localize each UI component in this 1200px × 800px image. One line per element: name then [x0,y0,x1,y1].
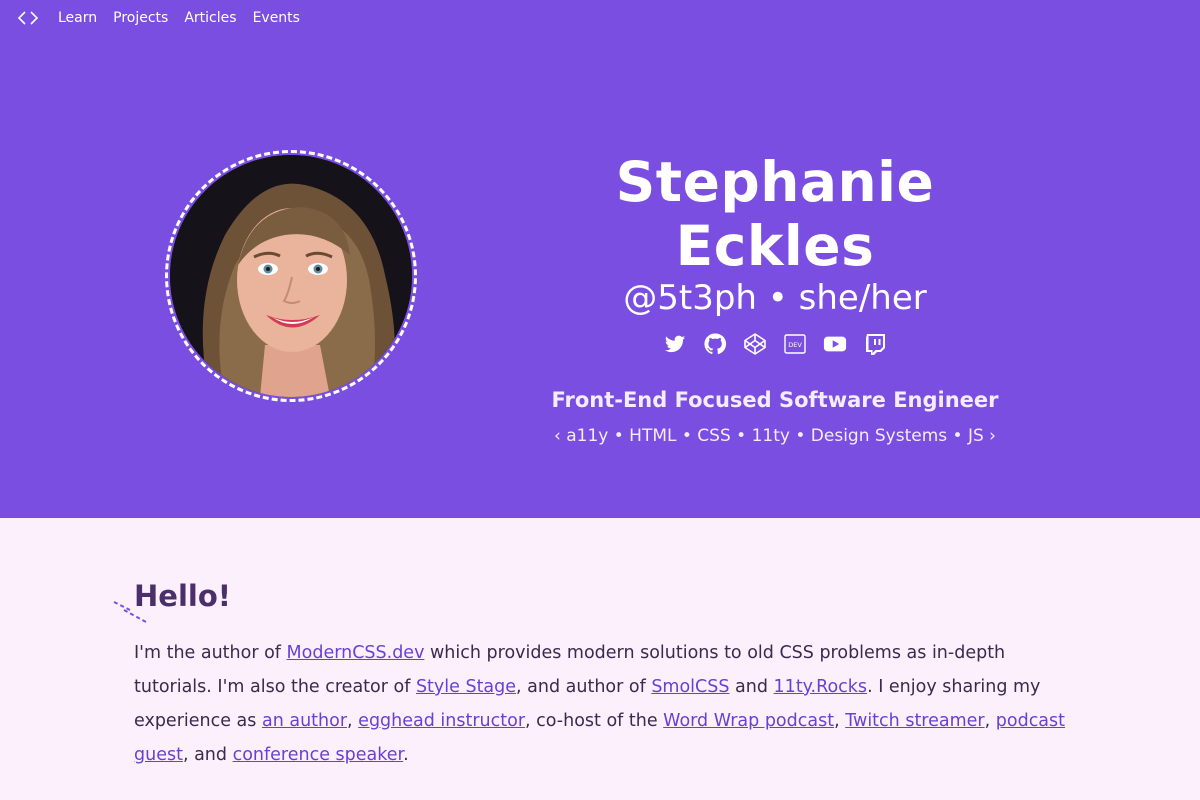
link-conference-speaker[interactable]: conference speaker [233,745,404,765]
bio-text: I'm the author of [134,643,287,663]
profile-info: Stephanie Eckles @5t3ph • she/her DEV Fr… [520,150,1030,448]
social-links: DEV [520,332,1030,358]
link-11ty-rocks[interactable]: 11ty.Rocks [774,677,868,697]
profile-role: Front-End Focused Software Engineer [551,388,999,412]
nav-link-learn[interactable]: Learn [58,10,97,26]
twitter-icon[interactable] [663,332,687,356]
hero-section: Learn Projects Articles Events Stephanie… [0,0,1200,518]
bio-text: , co-host of the [525,711,664,731]
code-brackets-icon[interactable] [16,8,40,28]
github-icon[interactable] [703,332,727,356]
dash-decoration-icon [113,601,147,623]
bio-text: , [984,711,996,731]
bio-text: , [834,711,846,731]
nav-link-events[interactable]: Events [253,10,300,26]
intro-section: Hello! I'm the author of ModernCSS.dev w… [113,576,1066,790]
nav-link-projects[interactable]: Projects [113,10,168,26]
twitch-icon[interactable] [863,332,887,356]
codepen-icon[interactable] [743,332,767,356]
svg-text:DEV: DEV [788,341,802,349]
link-word-wrap-podcast[interactable]: Word Wrap podcast [663,711,834,731]
avatar-frame [165,150,417,402]
nav-link-articles[interactable]: Articles [184,10,236,26]
profile-name: Stephanie Eckles [615,150,935,278]
hello-heading: Hello! [113,576,1066,623]
dev-icon[interactable]: DEV [783,332,807,356]
profile-handle: @5t3ph • she/her [623,278,927,318]
bio-text: and [729,677,774,697]
link-twitch-streamer[interactable]: Twitch streamer [845,711,984,731]
bio-text: , and author of [516,677,652,697]
profile-tags: ‹ a11y • HTML • CSS • 11ty • Design Syst… [554,426,996,446]
avatar [170,155,412,397]
link-moderncss[interactable]: ModernCSS.dev [287,643,425,663]
bio-text: . [403,745,409,765]
youtube-icon[interactable] [823,332,847,356]
bio-text: , and [182,745,233,765]
link-style-stage[interactable]: Style Stage [416,677,516,697]
link-smolcss[interactable]: SmolCSS [651,677,729,697]
bio-paragraph: I'm the author of ModernCSS.dev which pr… [134,636,1066,772]
top-nav: Learn Projects Articles Events [16,8,300,28]
link-egghead-instructor[interactable]: egghead instructor [358,711,525,731]
bio-text: , [347,711,359,731]
link-an-author[interactable]: an author [262,711,347,731]
